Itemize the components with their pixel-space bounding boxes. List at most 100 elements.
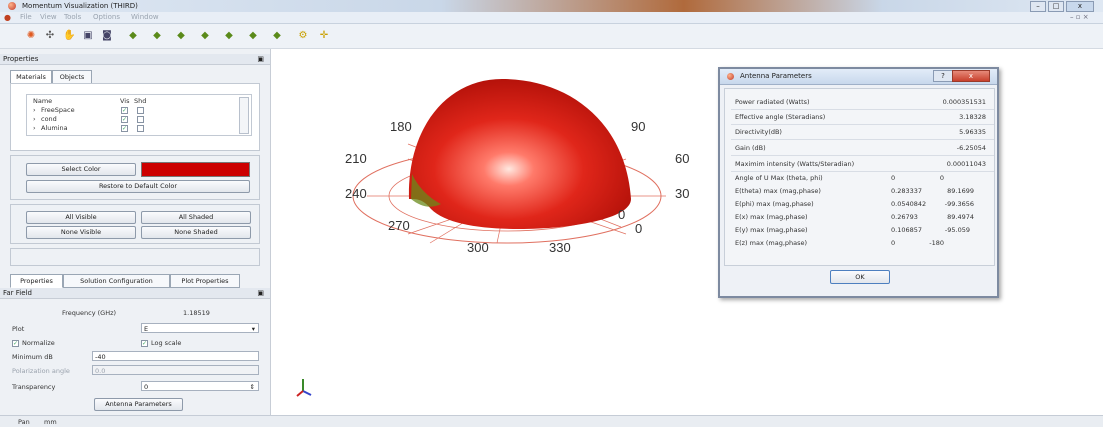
view-top-icon[interactable]: ◆: [223, 30, 235, 42]
dock-float-icon[interactable]: ▣: [257, 54, 264, 64]
vis-checkbox[interactable]: ✓: [121, 125, 128, 132]
add-icon[interactable]: ✛: [318, 30, 330, 42]
maximize-button[interactable]: □: [1048, 1, 1064, 12]
all-visible-button[interactable]: All Visible: [26, 211, 136, 224]
param-label: Power radiated (Watts): [735, 98, 810, 106]
minimize-button[interactable]: –: [1030, 1, 1046, 12]
far-field-dock-header: Far Field ▣: [0, 288, 270, 299]
expand-icon[interactable]: ›: [33, 115, 36, 123]
zoom-fit-icon[interactable]: ◙: [101, 30, 113, 42]
materials-table: Name Vis Shd › FreeSpace ✓ › cond ✓ › Al…: [26, 94, 252, 136]
none-shaded-button[interactable]: None Shaded: [141, 226, 251, 239]
param-value-1: 0.26793: [891, 213, 918, 221]
rotate-icon[interactable]: ✺: [25, 30, 37, 42]
menu-bar: ● File View Tools Options Window – ▫ ×: [0, 12, 1103, 24]
status-mode: Pan: [18, 418, 30, 426]
menu-window[interactable]: Window: [131, 13, 159, 21]
restore-default-color-button[interactable]: Restore to Default Color: [26, 180, 250, 193]
row-divider: [731, 124, 994, 125]
parameters-table: Power radiated (Watts) 0.000351531 Effec…: [724, 88, 995, 266]
param-value: -6.25054: [956, 144, 986, 152]
param-value: 3.18328: [959, 113, 986, 121]
minimum-db-input[interactable]: -40: [92, 351, 259, 361]
normalize-checkbox[interactable]: ✓: [12, 340, 19, 347]
none-visible-button[interactable]: None Visible: [26, 226, 136, 239]
vis-checkbox[interactable]: ✓: [121, 116, 128, 123]
param-value-1: 0: [891, 174, 896, 182]
angle-label: 90: [631, 119, 645, 134]
light-icon[interactable]: ⚙: [297, 30, 309, 42]
dialog-close-button[interactable]: x: [952, 70, 990, 82]
view-iso-icon[interactable]: ◆: [271, 30, 283, 42]
help-button[interactable]: ?: [933, 70, 953, 82]
window-title: Momentum Visualization (THIRD): [22, 2, 138, 10]
table-row-name[interactable]: FreeSpace: [41, 106, 75, 114]
transparency-spinbox[interactable]: 0 ⇕: [141, 381, 259, 391]
param-label: Angle of U Max (theta, phi): [735, 174, 823, 182]
view-right-icon[interactable]: ◆: [199, 30, 211, 42]
mdi-controls[interactable]: – ▫ ×: [1070, 13, 1089, 21]
app-menu-icon[interactable]: ●: [4, 13, 11, 22]
menu-tools[interactable]: Tools: [64, 13, 81, 21]
shd-checkbox[interactable]: [137, 125, 144, 132]
all-shaded-button[interactable]: All Shaded: [141, 211, 251, 224]
visibility-panel: All Visible All Shaded None Visible None…: [10, 204, 260, 244]
view-bottom-icon[interactable]: ◆: [247, 30, 259, 42]
app-icon: [8, 2, 16, 10]
table-row-name[interactable]: Alumina: [41, 124, 68, 132]
menu-options[interactable]: Options: [93, 13, 120, 21]
materials-panel: Name Vis Shd › FreeSpace ✓ › cond ✓ › Al…: [10, 83, 260, 151]
pan-hand-icon[interactable]: ✋: [63, 30, 75, 42]
log-scale-checkbox[interactable]: ✓: [141, 340, 148, 347]
view-left-icon[interactable]: ◆: [175, 30, 187, 42]
transparency-label: Transparency: [12, 383, 56, 391]
angle-label: 270: [388, 218, 410, 233]
tab-plot-properties[interactable]: Plot Properties: [170, 274, 240, 288]
expand-icon[interactable]: ›: [33, 106, 36, 114]
view-front-icon[interactable]: ◆: [127, 30, 139, 42]
expand-icon[interactable]: ›: [33, 124, 36, 132]
vis-checkbox[interactable]: ✓: [121, 107, 128, 114]
angle-label: 240: [345, 186, 367, 201]
far-field-title: Far Field: [3, 289, 32, 297]
polarization-angle-label: Polarization angle: [12, 367, 70, 375]
tab-properties[interactable]: Properties: [10, 274, 63, 288]
status-units: mm: [44, 418, 57, 426]
select-color-button[interactable]: Select Color: [26, 163, 136, 176]
select-icon[interactable]: ✣: [44, 30, 56, 42]
dock-float-icon[interactable]: ▣: [257, 288, 264, 298]
color-panel: Select Color Restore to Default Color: [10, 155, 260, 200]
dialog-title: Antenna Parameters: [740, 72, 812, 80]
color-swatch[interactable]: [141, 162, 250, 177]
param-value-2: -99.3656: [944, 200, 974, 208]
close-button[interactable]: x: [1066, 1, 1094, 12]
shd-checkbox[interactable]: [137, 116, 144, 123]
menu-view[interactable]: View: [40, 13, 57, 21]
param-label: Directivity(dB): [735, 128, 782, 136]
angle-label: 330: [549, 240, 571, 255]
polarization-angle-input[interactable]: 0.0: [92, 365, 259, 375]
shd-checkbox[interactable]: [137, 107, 144, 114]
menu-file[interactable]: File: [20, 13, 32, 21]
zoom-window-icon[interactable]: ▣: [82, 30, 94, 42]
param-label: E(z) max (mag,phase): [735, 239, 808, 247]
tab-solution-configuration[interactable]: Solution Configuration: [63, 274, 170, 288]
angle-label: 0: [635, 221, 642, 236]
param-value-1: 0.0540842: [891, 200, 927, 208]
plot-select[interactable]: E ▾: [141, 323, 259, 333]
table-scrollbar[interactable]: [239, 97, 249, 134]
angle-label: 210: [345, 151, 367, 166]
col-header-shd: Shd: [134, 97, 147, 105]
antenna-parameters-button[interactable]: Antenna Parameters: [94, 398, 183, 411]
properties-dock-title: Properties: [3, 55, 39, 63]
param-value-2: -180: [929, 239, 944, 247]
angle-label: 180: [390, 119, 412, 134]
param-label: Effective angle (Steradians): [735, 113, 826, 121]
view-back-icon[interactable]: ◆: [151, 30, 163, 42]
table-row-name[interactable]: cond: [41, 115, 57, 123]
ok-button[interactable]: OK: [830, 270, 890, 284]
tab-materials[interactable]: Materials: [10, 70, 52, 84]
tab-objects[interactable]: Objects: [52, 70, 92, 84]
title-bar: Momentum Visualization (THIRD) – □ x: [0, 0, 1103, 12]
spin-arrows-icon[interactable]: ⇕: [250, 382, 255, 392]
